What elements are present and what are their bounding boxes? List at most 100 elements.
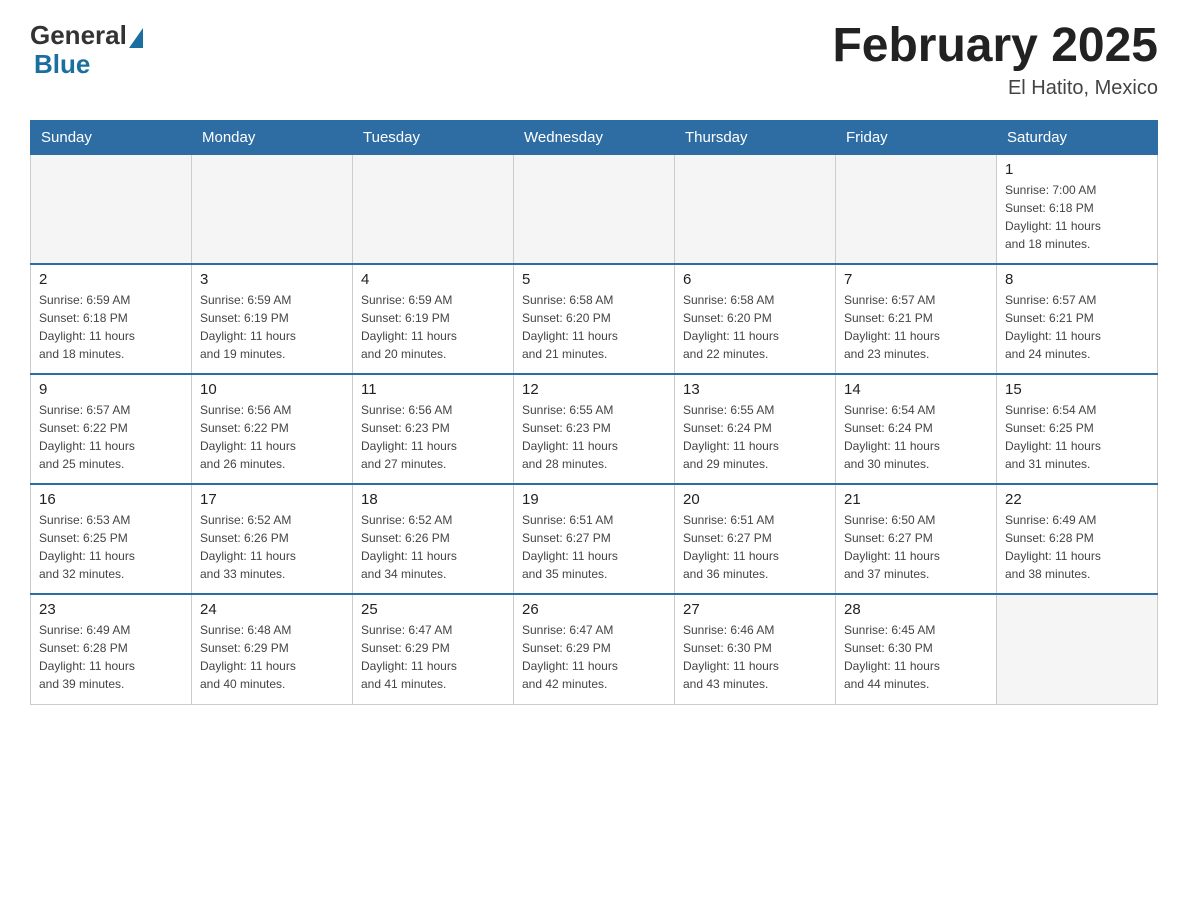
page-header: General Blue February 2025 El Hatito, Me… [30,20,1158,100]
day-info: Sunrise: 6:56 AM Sunset: 6:22 PM Dayligh… [200,401,344,473]
day-number: 7 [844,271,988,288]
calendar-day-header: Sunday [31,120,192,154]
day-info: Sunrise: 6:53 AM Sunset: 6:25 PM Dayligh… [39,511,183,583]
day-info: Sunrise: 6:47 AM Sunset: 6:29 PM Dayligh… [522,621,666,693]
day-info: Sunrise: 6:49 AM Sunset: 6:28 PM Dayligh… [39,621,183,693]
calendar-day-header: Friday [836,120,997,154]
day-info: Sunrise: 6:55 AM Sunset: 6:23 PM Dayligh… [522,401,666,473]
day-info: Sunrise: 6:52 AM Sunset: 6:26 PM Dayligh… [200,511,344,583]
day-number: 6 [683,271,827,288]
calendar-day-header: Saturday [997,120,1158,154]
day-number: 1 [1005,161,1149,178]
calendar-day-cell: 25Sunrise: 6:47 AM Sunset: 6:29 PM Dayli… [353,594,514,704]
day-info: Sunrise: 6:52 AM Sunset: 6:26 PM Dayligh… [361,511,505,583]
day-number: 2 [39,271,183,288]
calendar-week-row: 23 Sunrise: 6:49 AM Sunset: 6:28 PM Dayli… [31,594,1158,704]
calendar-day-cell: 21Sunrise: 6:50 AM Sunset: 6:27 PM Dayli… [836,484,997,594]
day-number: 8 [1005,271,1149,288]
day-info: Sunrise: 6:59 AM Sunset: 6:19 PM Dayligh… [200,291,344,363]
calendar-day-cell: 9 Sunrise: 6:57 AM Sunset: 6:22 PM Daylig… [31,374,192,484]
day-number: 15 [1005,381,1149,398]
day-number: 26 [522,601,666,618]
calendar-day-cell: 27 Sunrise: 6:46 AM Sunset: 6:30 PM Dayli… [675,594,836,704]
calendar-week-row: 9 Sunrise: 6:57 AM Sunset: 6:22 PM Daylig… [31,374,1158,484]
day-number: 23 [39,601,183,618]
calendar-day-cell [514,154,675,264]
day-info: Sunrise: 6:54 AM Sunset: 6:25 PM Dayligh… [1005,401,1149,473]
day-number: 27 [683,601,827,618]
day-info: Sunrise: 6:57 AM Sunset: 6:22 PM Dayligh… [39,401,183,473]
calendar-day-cell [192,154,353,264]
day-info: Sunrise: 6:56 AM Sunset: 6:23 PM Dayligh… [361,401,505,473]
day-info: Sunrise: 6:59 AM Sunset: 6:19 PM Dayligh… [361,291,505,363]
day-info: Sunrise: 7:00 AM Sunset: 6:18 PM Dayligh… [1005,181,1149,253]
day-number: 14 [844,381,988,398]
calendar-day-header: Tuesday [353,120,514,154]
calendar-day-cell: 20 Sunrise: 6:51 AM Sunset: 6:27 PM Dayli… [675,484,836,594]
calendar-day-cell: 15 Sunrise: 6:54 AM Sunset: 6:25 PM Dayli… [997,374,1158,484]
day-number: 17 [200,491,344,508]
calendar-day-cell: 1 Sunrise: 7:00 AM Sunset: 6:18 PM Daylig… [997,154,1158,264]
day-number: 25 [361,601,505,618]
day-info: Sunrise: 6:51 AM Sunset: 6:27 PM Dayligh… [522,511,666,583]
calendar-day-cell [675,154,836,264]
calendar-week-row: 2 Sunrise: 6:59 AM Sunset: 6:18 PM Daylig… [31,264,1158,374]
calendar-day-cell: 14 Sunrise: 6:54 AM Sunset: 6:24 PM Dayli… [836,374,997,484]
day-info: Sunrise: 6:55 AM Sunset: 6:24 PM Dayligh… [683,401,827,473]
day-number: 4 [361,271,505,288]
logo: General Blue [30,20,143,77]
calendar-day-cell: 16 Sunrise: 6:53 AM Sunset: 6:25 PM Dayli… [31,484,192,594]
calendar-day-cell: 6 Sunrise: 6:58 AM Sunset: 6:20 PM Daylig… [675,264,836,374]
calendar-day-cell: 2 Sunrise: 6:59 AM Sunset: 6:18 PM Daylig… [31,264,192,374]
day-number: 3 [200,271,344,288]
title-block: February 2025 El Hatito, Mexico [832,20,1158,100]
calendar-day-cell [353,154,514,264]
calendar-day-cell: 13 Sunrise: 6:55 AM Sunset: 6:24 PM Dayli… [675,374,836,484]
day-info: Sunrise: 6:58 AM Sunset: 6:20 PM Dayligh… [683,291,827,363]
logo-general-text: General [30,20,127,51]
calendar-day-cell: 8 Sunrise: 6:57 AM Sunset: 6:21 PM Daylig… [997,264,1158,374]
calendar-day-header: Wednesday [514,120,675,154]
location-subtitle: El Hatito, Mexico [832,77,1158,100]
day-info: Sunrise: 6:50 AM Sunset: 6:27 PM Dayligh… [844,511,988,583]
day-info: Sunrise: 6:48 AM Sunset: 6:29 PM Dayligh… [200,621,344,693]
calendar-day-cell: 4 Sunrise: 6:59 AM Sunset: 6:19 PM Daylig… [353,264,514,374]
calendar-day-cell: 10Sunrise: 6:56 AM Sunset: 6:22 PM Dayli… [192,374,353,484]
day-info: Sunrise: 6:57 AM Sunset: 6:21 PM Dayligh… [1005,291,1149,363]
day-number: 19 [522,491,666,508]
day-info: Sunrise: 6:51 AM Sunset: 6:27 PM Dayligh… [683,511,827,583]
day-info: Sunrise: 6:59 AM Sunset: 6:18 PM Dayligh… [39,291,183,363]
day-number: 22 [1005,491,1149,508]
calendar-day-cell: 3 Sunrise: 6:59 AM Sunset: 6:19 PM Daylig… [192,264,353,374]
calendar-day-cell: 12 Sunrise: 6:55 AM Sunset: 6:23 PM Dayli… [514,374,675,484]
calendar-day-header: Thursday [675,120,836,154]
day-number: 20 [683,491,827,508]
day-info: Sunrise: 6:54 AM Sunset: 6:24 PM Dayligh… [844,401,988,473]
calendar-day-cell: 17 Sunrise: 6:52 AM Sunset: 6:26 PM Dayli… [192,484,353,594]
calendar-day-header: Monday [192,120,353,154]
day-number: 11 [361,381,505,398]
day-info: Sunrise: 6:57 AM Sunset: 6:21 PM Dayligh… [844,291,988,363]
calendar-week-row: 16 Sunrise: 6:53 AM Sunset: 6:25 PM Dayli… [31,484,1158,594]
calendar-day-cell [997,594,1158,704]
calendar-day-cell: 18Sunrise: 6:52 AM Sunset: 6:26 PM Dayli… [353,484,514,594]
calendar-day-cell: 22Sunrise: 6:49 AM Sunset: 6:28 PM Dayli… [997,484,1158,594]
calendar-day-cell [31,154,192,264]
calendar-table: SundayMondayTuesdayWednesdayThursdayFrid… [30,120,1158,705]
calendar-day-cell: 19 Sunrise: 6:51 AM Sunset: 6:27 PM Dayli… [514,484,675,594]
day-number: 16 [39,491,183,508]
day-number: 13 [683,381,827,398]
day-number: 5 [522,271,666,288]
day-info: Sunrise: 6:45 AM Sunset: 6:30 PM Dayligh… [844,621,988,693]
day-number: 9 [39,381,183,398]
logo-triangle-icon [129,28,143,48]
day-info: Sunrise: 6:58 AM Sunset: 6:20 PM Dayligh… [522,291,666,363]
calendar-day-cell: 11 Sunrise: 6:56 AM Sunset: 6:23 PM Dayli… [353,374,514,484]
day-number: 12 [522,381,666,398]
calendar-day-cell [836,154,997,264]
calendar-day-cell: 28 Sunrise: 6:45 AM Sunset: 6:30 PM Dayli… [836,594,997,704]
logo-blue-text: Blue [34,51,90,77]
day-info: Sunrise: 6:46 AM Sunset: 6:30 PM Dayligh… [683,621,827,693]
calendar-day-cell: 5 Sunrise: 6:58 AM Sunset: 6:20 PM Daylig… [514,264,675,374]
day-number: 28 [844,601,988,618]
